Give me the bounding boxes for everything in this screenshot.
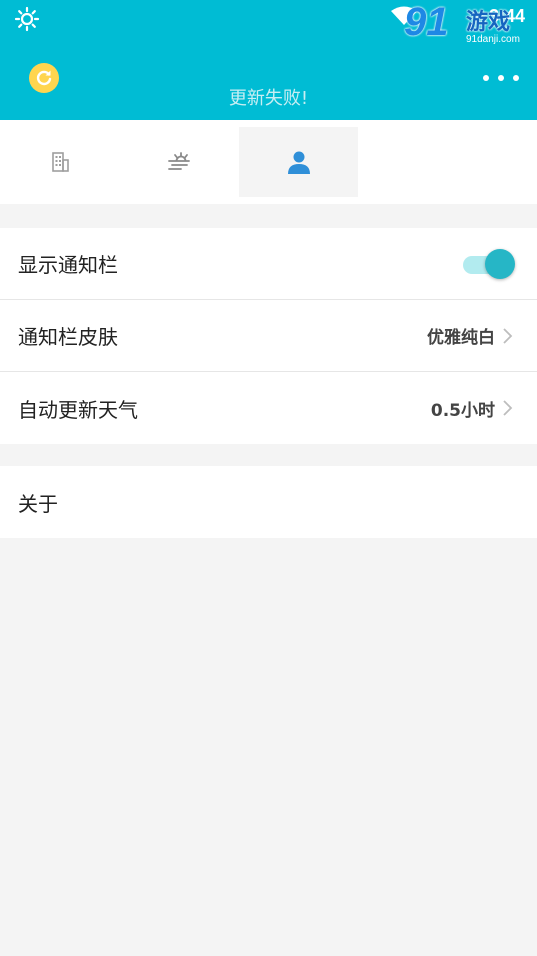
watermark-number: 91 (404, 0, 449, 44)
sun-haze-icon (167, 152, 190, 170)
more-dots-icon (483, 75, 489, 81)
setting-label: 自动更新天气 (18, 397, 138, 422)
more-dots-icon (513, 75, 519, 81)
more-dots-icon (498, 75, 504, 81)
tab-weather[interactable] (119, 127, 238, 197)
setting-label: 显示通知栏 (18, 253, 118, 277)
setting-show-notification[interactable]: 显示通知栏 (0, 228, 537, 300)
person-icon (287, 151, 310, 174)
tab-bar (0, 120, 537, 204)
watermark-logo: 91 游戏 91danji.com (404, 0, 534, 54)
building-icon (51, 152, 69, 172)
watermark-url: 91danji.com (466, 34, 520, 45)
notification-toggle[interactable] (463, 249, 515, 279)
setting-notification-skin[interactable]: 通知栏皮肤 优雅纯白 (0, 300, 537, 372)
chevron-right-icon (503, 328, 513, 344)
setting-value: 0.5小时 (430, 400, 495, 421)
toggle-thumb (485, 249, 515, 279)
chevron-right-icon (503, 400, 513, 416)
settings-group-about: 关于 (0, 466, 537, 538)
sun-icon (14, 6, 40, 32)
tab-profile[interactable] (239, 127, 358, 197)
tab-city[interactable] (0, 127, 119, 197)
update-status-text: 更新失败! (228, 88, 309, 109)
setting-value: 优雅纯白 (427, 328, 495, 348)
settings-group-main: 显示通知栏 通知栏皮肤 优雅纯白 自动更新天气 0.5小时 (0, 228, 537, 444)
setting-label: 关于 (18, 491, 58, 516)
setting-auto-update[interactable]: 自动更新天气 0.5小时 (0, 372, 537, 444)
setting-label: 通知栏皮肤 (18, 325, 118, 349)
setting-about[interactable]: 关于 (0, 466, 537, 538)
watermark-text: 游戏 (466, 10, 511, 35)
app-header: 3:44 91 游戏 91danji.com 更新失败! (0, 0, 537, 120)
